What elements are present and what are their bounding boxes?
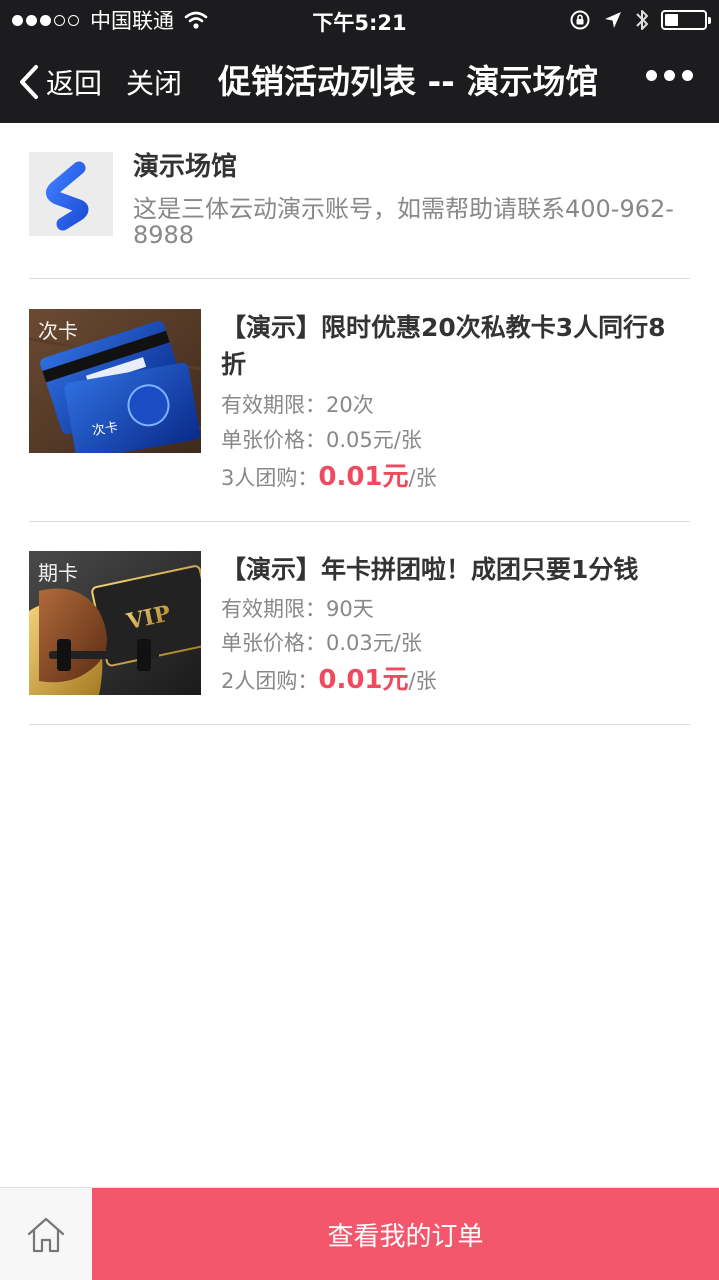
battery-level xyxy=(665,14,679,26)
venue-header: 演示场馆 这是三体云动演示账号，如需帮助请联系400-962-8988 xyxy=(29,152,690,279)
unit-price-row: 单张价格：0.03元/张 xyxy=(221,631,422,655)
bluetooth-icon xyxy=(636,10,648,30)
back-label: 返回 xyxy=(46,67,103,100)
group-price-unit: /张 xyxy=(408,669,437,693)
group-price-unit: /张 xyxy=(408,466,437,490)
bottom-bar: 查看我的订单 xyxy=(0,1187,719,1280)
status-right xyxy=(569,7,711,33)
product-tag: 期卡 xyxy=(38,561,78,585)
product-title: 【演示】限时优惠20次私教卡3人同行8折 xyxy=(221,313,666,379)
group-price: 0.01元 xyxy=(318,462,409,492)
product-item[interactable]: VIP 期卡 【演示】年卡拼团啦！成团只要1分钱 有效期限：90天 单张价格：0… xyxy=(29,551,690,725)
rotation-lock-icon xyxy=(570,10,590,30)
venue-logo xyxy=(29,152,113,236)
page-title: 促销活动列表 -- 演示场馆 xyxy=(218,62,599,101)
group-price-row: 3人团购：0.01元/张 xyxy=(221,462,437,492)
home-button[interactable] xyxy=(0,1188,92,1280)
home-icon xyxy=(27,1217,65,1252)
more-menu-icon[interactable] xyxy=(646,70,693,81)
product-image: VIP 期卡 xyxy=(29,551,201,695)
view-my-orders-button[interactable]: 查看我的订单 xyxy=(92,1188,719,1280)
product-image: 次卡 次卡 xyxy=(29,309,201,453)
validity-value: 20次 xyxy=(326,393,374,417)
unit-price-row: 单张价格：0.05元/张 xyxy=(221,428,422,452)
back-button[interactable]: 返回 xyxy=(18,62,102,102)
unit-price-value: 0.03元/张 xyxy=(326,631,422,655)
validity-row: 有效期限：90天 xyxy=(221,597,374,621)
product-item[interactable]: 次卡 次卡 【演示】限时优惠20次私教卡3人同行8折 有效期限：20次 单张价格… xyxy=(29,309,690,522)
product-tag: 次卡 xyxy=(38,319,78,343)
group-price-row: 2人团购：0.01元/张 xyxy=(221,665,437,695)
venue-description: 这是三体云动演示账号，如需帮助请联系400-962-8988 xyxy=(133,195,674,249)
validity-value: 90天 xyxy=(326,597,374,621)
venue-name: 演示场馆 xyxy=(133,152,238,182)
close-button[interactable]: 关闭 xyxy=(126,62,182,102)
status-bar: 中国联通 下午5:21 xyxy=(0,0,719,40)
validity-row: 有效期限：20次 xyxy=(221,393,374,417)
unit-price-value: 0.05元/张 xyxy=(326,428,422,452)
nav-bar: 返回 关闭 促销活动列表 -- 演示场馆 xyxy=(0,40,719,123)
location-arrow-icon xyxy=(605,12,621,28)
battery-icon xyxy=(661,10,711,30)
chevron-left-icon xyxy=(20,65,38,99)
group-price: 0.01元 xyxy=(318,665,409,695)
product-title: 【演示】年卡拼团啦！成团只要1分钱 xyxy=(221,555,639,584)
